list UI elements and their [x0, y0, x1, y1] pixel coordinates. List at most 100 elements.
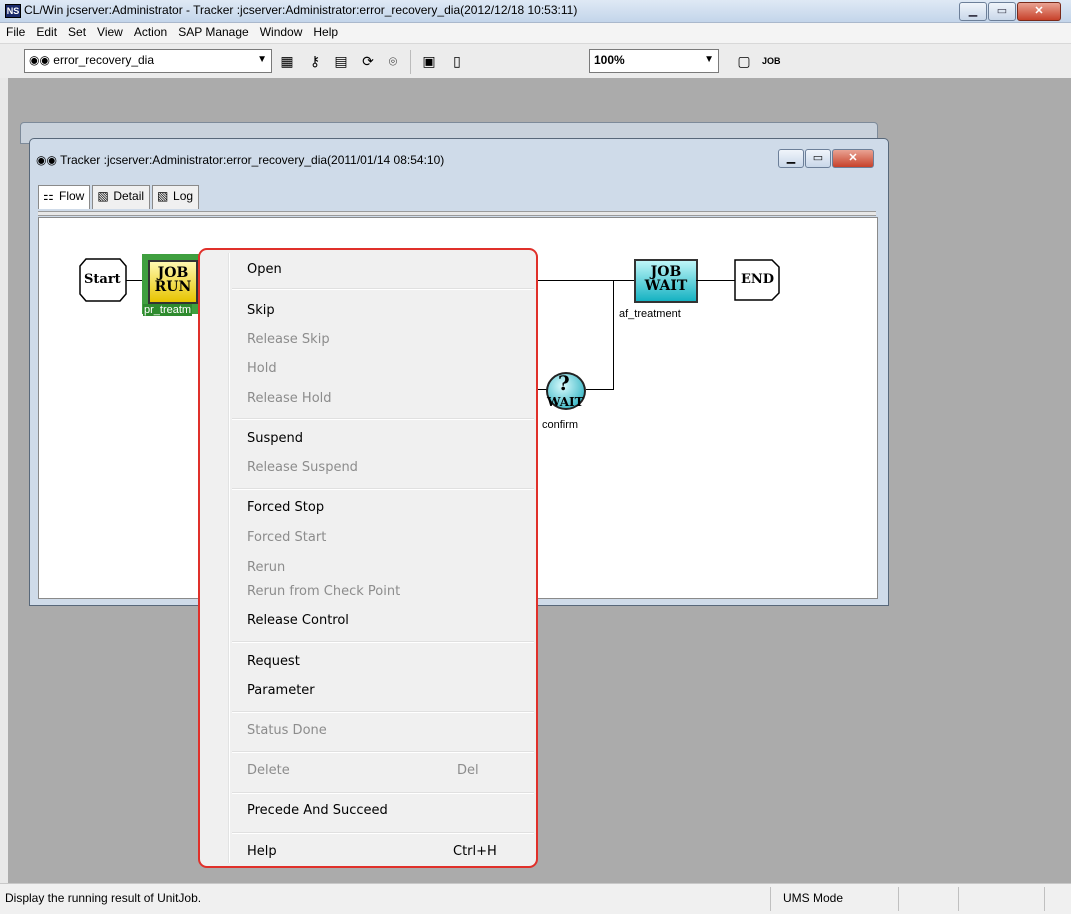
- menu-item-rerun[interactable]: Rerun: [247, 560, 285, 575]
- start-label: Start: [84, 272, 121, 287]
- menu-item-precede-and-succeed[interactable]: Precede And Succeed: [247, 803, 388, 818]
- status-mode: UMS Mode: [783, 891, 844, 905]
- key-search-icon[interactable]: ⚷: [307, 53, 323, 69]
- help-f1-icon[interactable]: ▢: [736, 53, 752, 69]
- tracker-icon: ◉◉: [29, 53, 50, 67]
- close-icon: ✕: [1034, 5, 1044, 17]
- wait-label: confirm: [542, 419, 579, 431]
- job-run-node[interactable]: JOB RUN: [148, 260, 198, 304]
- job-icon[interactable]: JOB: [762, 53, 781, 69]
- menu-item-status-done[interactable]: Status Done: [247, 723, 327, 738]
- menu-item-release-suspend[interactable]: Release Suspend: [247, 460, 358, 475]
- menu-file[interactable]: File: [0, 23, 30, 39]
- menu-item-delete[interactable]: Delete Del: [247, 763, 479, 778]
- menu-item-forced-start[interactable]: Forced Start: [247, 530, 326, 545]
- tab-detail-label: Detail: [113, 189, 145, 203]
- job-run-line1: JOB: [157, 265, 189, 281]
- tracker-title: Tracker :jcserver:Administrator:error_re…: [60, 153, 445, 167]
- connector: [613, 280, 614, 390]
- menu-item-request[interactable]: Request: [247, 654, 300, 669]
- menu-separator: [232, 641, 534, 643]
- title-bar: NS CL/Win jcserver:Administrator - Track…: [0, 0, 1071, 23]
- menu-item-open[interactable]: Open: [247, 262, 282, 277]
- connector: [586, 389, 614, 390]
- mdi-left-border: [0, 78, 8, 883]
- menu-item-suspend[interactable]: Suspend: [247, 431, 303, 446]
- print-preview-icon[interactable]: ▣: [421, 53, 437, 69]
- tab-flow[interactable]: ⚏ Flow: [38, 185, 91, 209]
- menu-separator: [232, 751, 534, 753]
- menu-item-release-control[interactable]: Release Control: [247, 613, 349, 628]
- wait-text: WAIT: [547, 395, 584, 409]
- flow-map-icon[interactable]: ▦: [279, 53, 295, 69]
- object-combo-value: error_recovery_dia: [53, 53, 155, 67]
- menu-separator: [232, 418, 534, 420]
- end-label: END: [741, 272, 775, 287]
- close-button[interactable]: ✕: [1017, 2, 1061, 21]
- toolbar: ◉◉ error_recovery_dia ▼ ▦ ⚷ ▤ ⟳ ⌾ ▣ ▯ 10…: [0, 43, 1071, 79]
- job-run-line2: RUN: [154, 279, 192, 295]
- menu-item-release-hold[interactable]: Release Hold: [247, 391, 332, 406]
- app-icon: NS: [5, 4, 21, 18]
- tab-divider: [38, 211, 876, 216]
- help-shortcut: Ctrl+H: [453, 844, 497, 859]
- tab-log[interactable]: ▧ Log: [152, 185, 200, 209]
- tab-flow-label: Flow: [59, 189, 85, 203]
- menu-action[interactable]: Action: [128, 23, 172, 39]
- status-message: Display the running result of UnitJob.: [5, 891, 202, 905]
- menu-item-parameter[interactable]: Parameter: [247, 683, 315, 698]
- menu-gutter: [228, 253, 230, 863]
- menu-help[interactable]: Help: [307, 23, 343, 39]
- job-wait-label: af_treatment: [619, 308, 681, 320]
- menu-item-hold[interactable]: Hold: [247, 361, 277, 376]
- refresh-icon[interactable]: ⟳: [360, 53, 376, 69]
- minimize-button[interactable]: ▁: [959, 2, 987, 21]
- tab-log-label: Log: [173, 189, 194, 203]
- menu-item-help[interactable]: Help Ctrl+H: [247, 844, 497, 859]
- menu-sap-manage[interactable]: SAP Manage: [172, 23, 254, 39]
- status-divider: [1044, 887, 1045, 911]
- delete-shortcut: Del: [457, 763, 479, 778]
- menu-view[interactable]: View: [91, 23, 128, 39]
- status-bar: Display the running result of UnitJob. U…: [0, 883, 1071, 914]
- menu-item-rerun-from-check-point[interactable]: Rerun from Check Point: [247, 584, 400, 599]
- menu-item-forced-stop[interactable]: Forced Stop: [247, 500, 324, 515]
- menu-set[interactable]: Set: [62, 23, 91, 39]
- menu-item-release-skip[interactable]: Release Skip: [247, 332, 330, 347]
- job-wait-line1: JOB: [650, 264, 682, 280]
- tab-detail[interactable]: ▧ Detail: [92, 185, 151, 209]
- menu-window[interactable]: Window: [254, 23, 308, 39]
- window-title: CL/Win jcserver:Administrator - Tracker …: [24, 3, 578, 17]
- job-wait-node[interactable]: JOB WAIT: [634, 259, 698, 303]
- flow-icon: ⚏: [43, 189, 54, 203]
- child-close-button[interactable]: ✕: [832, 149, 874, 168]
- status-divider: [770, 887, 771, 911]
- chevron-down-icon: ▼: [257, 54, 267, 65]
- maximize-button[interactable]: ▭: [988, 2, 1016, 21]
- status-divider: [958, 887, 959, 911]
- page-icon[interactable]: ▯: [449, 53, 465, 69]
- menu-separator: [232, 792, 534, 794]
- child-minimize-button[interactable]: ▁: [778, 149, 804, 168]
- binoculars-icon[interactable]: ⌾: [385, 53, 401, 69]
- object-combo[interactable]: ◉◉ error_recovery_dia ▼: [24, 49, 272, 73]
- schedule-icon[interactable]: ▤: [333, 53, 349, 69]
- zoom-combo[interactable]: 100% ▼: [589, 49, 719, 73]
- zoom-value: 100%: [594, 53, 625, 67]
- menu-bar: File Edit Set View Action SAP Manage Window Hel…: [0, 23, 1071, 43]
- context-menu: Open Skip Release Skip Hold Release Hold…: [198, 248, 538, 868]
- menu-separator: [232, 288, 534, 290]
- menu-separator: [232, 488, 534, 490]
- maximize-icon: ▭: [996, 5, 1008, 17]
- tracker-icon: ◉◉: [36, 153, 57, 167]
- tab-strip: ⚏ Flow ▧ Detail ▧ Log: [38, 185, 201, 209]
- menu-item-help-label: Help: [247, 844, 277, 859]
- connector: [538, 280, 634, 281]
- menu-item-skip[interactable]: Skip: [247, 303, 275, 318]
- log-icon: ▧: [157, 189, 169, 203]
- menu-edit[interactable]: Edit: [30, 23, 62, 39]
- status-divider: [898, 887, 899, 911]
- job-run-label: pr_treatm: [143, 304, 193, 316]
- child-maximize-button[interactable]: ▭: [805, 149, 831, 168]
- job-wait-line2: WAIT: [644, 278, 688, 294]
